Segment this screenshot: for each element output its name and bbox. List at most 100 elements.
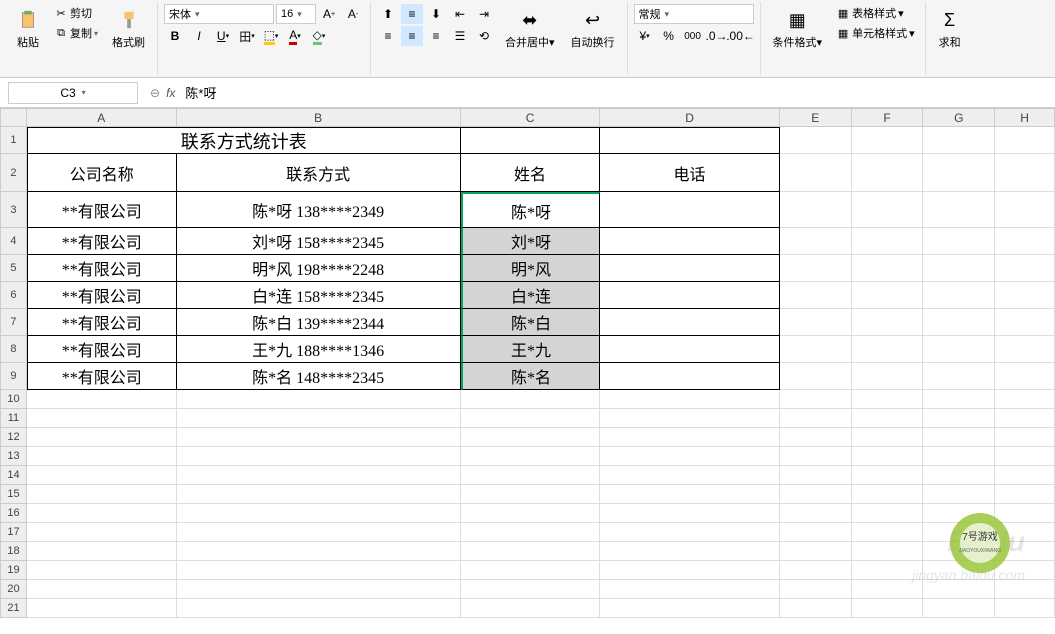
cell-E16[interactable] bbox=[780, 504, 852, 523]
row-header[interactable]: 2 bbox=[0, 154, 27, 192]
conditional-format-button[interactable]: ▦ 条件格式▾ bbox=[767, 4, 829, 54]
cell-H3[interactable] bbox=[995, 192, 1055, 228]
cell-F5[interactable] bbox=[852, 255, 924, 282]
cell-B15[interactable] bbox=[177, 485, 461, 504]
cell-D2[interactable]: 电话 bbox=[600, 154, 779, 192]
cut-button[interactable]: ✂剪切 bbox=[50, 4, 102, 22]
cell-E12[interactable] bbox=[780, 428, 852, 447]
cell-D19[interactable] bbox=[600, 561, 779, 580]
zoom-icon[interactable]: ⊖ bbox=[150, 86, 160, 100]
comma-button[interactable]: 000 bbox=[682, 26, 704, 46]
row-header[interactable]: 18 bbox=[0, 542, 27, 561]
row-header[interactable]: 13 bbox=[0, 447, 27, 466]
cell-G6[interactable] bbox=[923, 282, 995, 309]
cell-C3[interactable]: 陈*呀 bbox=[461, 192, 601, 228]
cell-D21[interactable] bbox=[600, 599, 779, 618]
cell-D14[interactable] bbox=[600, 466, 779, 485]
cell-H12[interactable] bbox=[995, 428, 1055, 447]
cell-H1[interactable] bbox=[995, 127, 1055, 154]
formula-input[interactable] bbox=[181, 82, 1047, 104]
row-header[interactable]: 19 bbox=[0, 561, 27, 580]
cell-C10[interactable] bbox=[461, 390, 601, 409]
row-header[interactable]: 14 bbox=[0, 466, 27, 485]
row-header[interactable]: 7 bbox=[0, 309, 27, 336]
cell-F8[interactable] bbox=[852, 336, 924, 363]
cell-G8[interactable] bbox=[923, 336, 995, 363]
cell-C15[interactable] bbox=[461, 485, 601, 504]
cell-A15[interactable] bbox=[27, 485, 177, 504]
cell-F14[interactable] bbox=[852, 466, 924, 485]
cell-B3[interactable]: 陈*呀 138****2349 bbox=[177, 192, 461, 228]
cell-E17[interactable] bbox=[780, 523, 852, 542]
column-header-C[interactable]: C bbox=[461, 108, 601, 127]
cell-B6[interactable]: 白*连 158****2345 bbox=[177, 282, 461, 309]
highlight-button[interactable]: ◇▾ bbox=[308, 26, 330, 46]
cell-H13[interactable] bbox=[995, 447, 1055, 466]
cell-C12[interactable] bbox=[461, 428, 601, 447]
cell-F13[interactable] bbox=[852, 447, 924, 466]
column-header-D[interactable]: D bbox=[600, 108, 779, 127]
cell-D12[interactable] bbox=[600, 428, 779, 447]
cell-E19[interactable] bbox=[780, 561, 852, 580]
row-header[interactable]: 16 bbox=[0, 504, 27, 523]
row-header[interactable]: 5 bbox=[0, 255, 27, 282]
cell-D15[interactable] bbox=[600, 485, 779, 504]
cell-E15[interactable] bbox=[780, 485, 852, 504]
cell-B16[interactable] bbox=[177, 504, 461, 523]
cell-H8[interactable] bbox=[995, 336, 1055, 363]
cell-B2[interactable]: 联系方式 bbox=[177, 154, 461, 192]
cell-D4[interactable] bbox=[600, 228, 779, 255]
cell-H15[interactable] bbox=[995, 485, 1055, 504]
cell-A5[interactable]: **有限公司 bbox=[27, 255, 177, 282]
cell-A12[interactable] bbox=[27, 428, 177, 447]
bold-button[interactable]: B bbox=[164, 26, 186, 46]
cell-F16[interactable] bbox=[852, 504, 924, 523]
cell-C13[interactable] bbox=[461, 447, 601, 466]
row-header[interactable]: 6 bbox=[0, 282, 27, 309]
cell-C18[interactable] bbox=[461, 542, 601, 561]
cell-F11[interactable] bbox=[852, 409, 924, 428]
cell-A13[interactable] bbox=[27, 447, 177, 466]
row-header[interactable]: 8 bbox=[0, 336, 27, 363]
cell-B14[interactable] bbox=[177, 466, 461, 485]
cell-A21[interactable] bbox=[27, 599, 177, 618]
cell-F17[interactable] bbox=[852, 523, 924, 542]
cell-B20[interactable] bbox=[177, 580, 461, 599]
cell-C21[interactable] bbox=[461, 599, 601, 618]
cell-B4[interactable]: 刘*呀 158****2345 bbox=[177, 228, 461, 255]
cell-B19[interactable] bbox=[177, 561, 461, 580]
cell-E20[interactable] bbox=[780, 580, 852, 599]
cell-A7[interactable]: **有限公司 bbox=[27, 309, 177, 336]
fill-color-button[interactable]: ⬚▾ bbox=[260, 26, 282, 46]
cell-D18[interactable] bbox=[600, 542, 779, 561]
copy-button[interactable]: ⧉复制▾ bbox=[50, 24, 102, 42]
cell-G10[interactable] bbox=[923, 390, 995, 409]
name-box[interactable]: C3▾ bbox=[8, 82, 138, 104]
column-header-G[interactable]: G bbox=[923, 108, 995, 127]
align-center-button[interactable]: ≡ bbox=[401, 26, 423, 46]
cell-D11[interactable] bbox=[600, 409, 779, 428]
font-size-select[interactable]: 16▾ bbox=[276, 4, 316, 24]
cell-C5[interactable]: 明*风 bbox=[461, 255, 601, 282]
cell-G9[interactable] bbox=[923, 363, 995, 390]
cell-B11[interactable] bbox=[177, 409, 461, 428]
row-header[interactable]: 9 bbox=[0, 363, 27, 390]
cell-C1[interactable] bbox=[461, 127, 601, 154]
cell-D8[interactable] bbox=[600, 336, 779, 363]
row-header[interactable]: 11 bbox=[0, 409, 27, 428]
cell-G11[interactable] bbox=[923, 409, 995, 428]
currency-button[interactable]: ¥▾ bbox=[634, 26, 656, 46]
cell-E21[interactable] bbox=[780, 599, 852, 618]
cell-C11[interactable] bbox=[461, 409, 601, 428]
cell-H4[interactable] bbox=[995, 228, 1055, 255]
cell-D20[interactable] bbox=[600, 580, 779, 599]
cell-C19[interactable] bbox=[461, 561, 601, 580]
cell-C16[interactable] bbox=[461, 504, 601, 523]
cell-D17[interactable] bbox=[600, 523, 779, 542]
font-name-select[interactable]: 宋体▾ bbox=[164, 4, 274, 24]
cell-A2[interactable]: 公司名称 bbox=[27, 154, 177, 192]
underline-button[interactable]: U▾ bbox=[212, 26, 234, 46]
decrease-font-button[interactable]: A- bbox=[342, 4, 364, 24]
cell-G1[interactable] bbox=[923, 127, 995, 154]
justify-button[interactable]: ☰ bbox=[449, 26, 471, 46]
